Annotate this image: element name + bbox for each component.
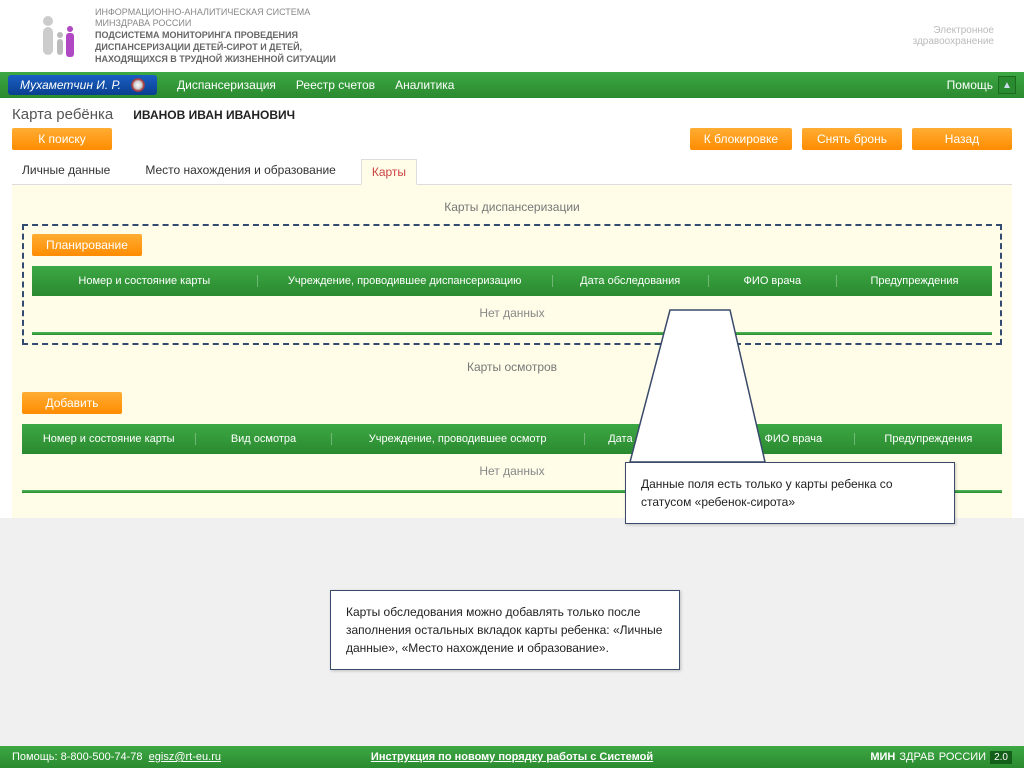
app-header: ИНФОРМАЦИОННО-АНАЛИТИЧЕСКАЯ СИСТЕМА МИНЗ… — [0, 0, 1024, 72]
search-button[interactable]: К поиску — [12, 128, 112, 150]
callout-2: Карты обследования можно добавлять тольк… — [330, 590, 680, 670]
table2-header: Номер и состояние карты Вид осмотра Учре… — [22, 424, 1002, 454]
collapse-icon[interactable]: ▲ — [998, 76, 1016, 94]
table1-empty: Нет данных — [32, 296, 992, 330]
th-date: Дата обследования — [552, 275, 708, 287]
th2-institution: Учреждение, проводившее осмотр — [331, 433, 584, 445]
section1-title: Карты диспансеризации — [12, 195, 1012, 224]
user-name: Мухаметчин И. Р. — [20, 78, 121, 92]
callout-1: Данные поля есть только у карты ребенка … — [625, 462, 955, 524]
menu-dispensary[interactable]: Диспансеризация — [177, 78, 276, 92]
menu-analytics[interactable]: Аналитика — [395, 78, 454, 92]
planning-button[interactable]: Планирование — [32, 234, 142, 256]
tab-personal[interactable]: Личные данные — [12, 158, 120, 184]
top-menu: Мухаметчин И. Р. Диспансеризация Реестр … — [0, 72, 1024, 98]
user-badge[interactable]: Мухаметчин И. Р. — [8, 75, 157, 95]
content: Карта ребёнка ИВАНОВ ИВАН ИВАНОВИЧ К пои… — [0, 98, 1024, 518]
tab-cards[interactable]: Карты — [361, 159, 417, 185]
footer-instruction[interactable]: Инструкция по новому порядку работы с Си… — [0, 751, 1024, 763]
back-button[interactable]: Назад — [912, 128, 1012, 150]
add-button[interactable]: Добавить — [22, 392, 122, 414]
logo-icon — [30, 11, 80, 61]
th-doctor: ФИО врача — [708, 275, 836, 287]
page-title: Карта ребёнка — [12, 106, 113, 123]
menu-help[interactable]: Помощь — [947, 78, 993, 92]
unreserve-button[interactable]: Снять бронь — [802, 128, 902, 150]
table1-header: Номер и состояние карты Учреждение, пров… — [32, 266, 992, 296]
th2-type: Вид осмотра — [195, 433, 330, 445]
th2-date: Дата обследования — [584, 433, 732, 445]
section2-title: Карты осмотров — [12, 355, 1012, 384]
patient-name: ИВАНОВ ИВАН ИВАНОВИЧ — [133, 108, 295, 122]
th2-warnings: Предупреждения — [854, 433, 1002, 445]
th-card-number: Номер и состояние карты — [32, 275, 257, 287]
user-globe-icon — [131, 78, 145, 92]
menu-registry[interactable]: Реестр счетов — [296, 78, 375, 92]
th-institution: Учреждение, проводившее диспансеризацию — [257, 275, 552, 287]
th2-doctor: ФИО врача — [732, 433, 854, 445]
footer: Помощь: 8-800-500-74-78 egisz@rt-eu.ru И… — [0, 746, 1024, 768]
logo-right: Электронное здравоохранение — [913, 25, 994, 47]
tabs: Личные данные Место нахождения и образов… — [12, 158, 1012, 185]
logo-text: ИНФОРМАЦИОННО-АНАЛИТИЧЕСКАЯ СИСТЕМА МИНЗ… — [95, 7, 336, 65]
th2-card-number: Номер и состояние карты — [22, 433, 195, 445]
tab-location[interactable]: Место нахождения и образование — [135, 158, 346, 184]
th-warnings: Предупреждения — [836, 275, 992, 287]
lock-button[interactable]: К блокировке — [690, 128, 792, 150]
highlight-box: Планирование Номер и состояние карты Учр… — [22, 224, 1002, 345]
divider — [32, 332, 992, 335]
